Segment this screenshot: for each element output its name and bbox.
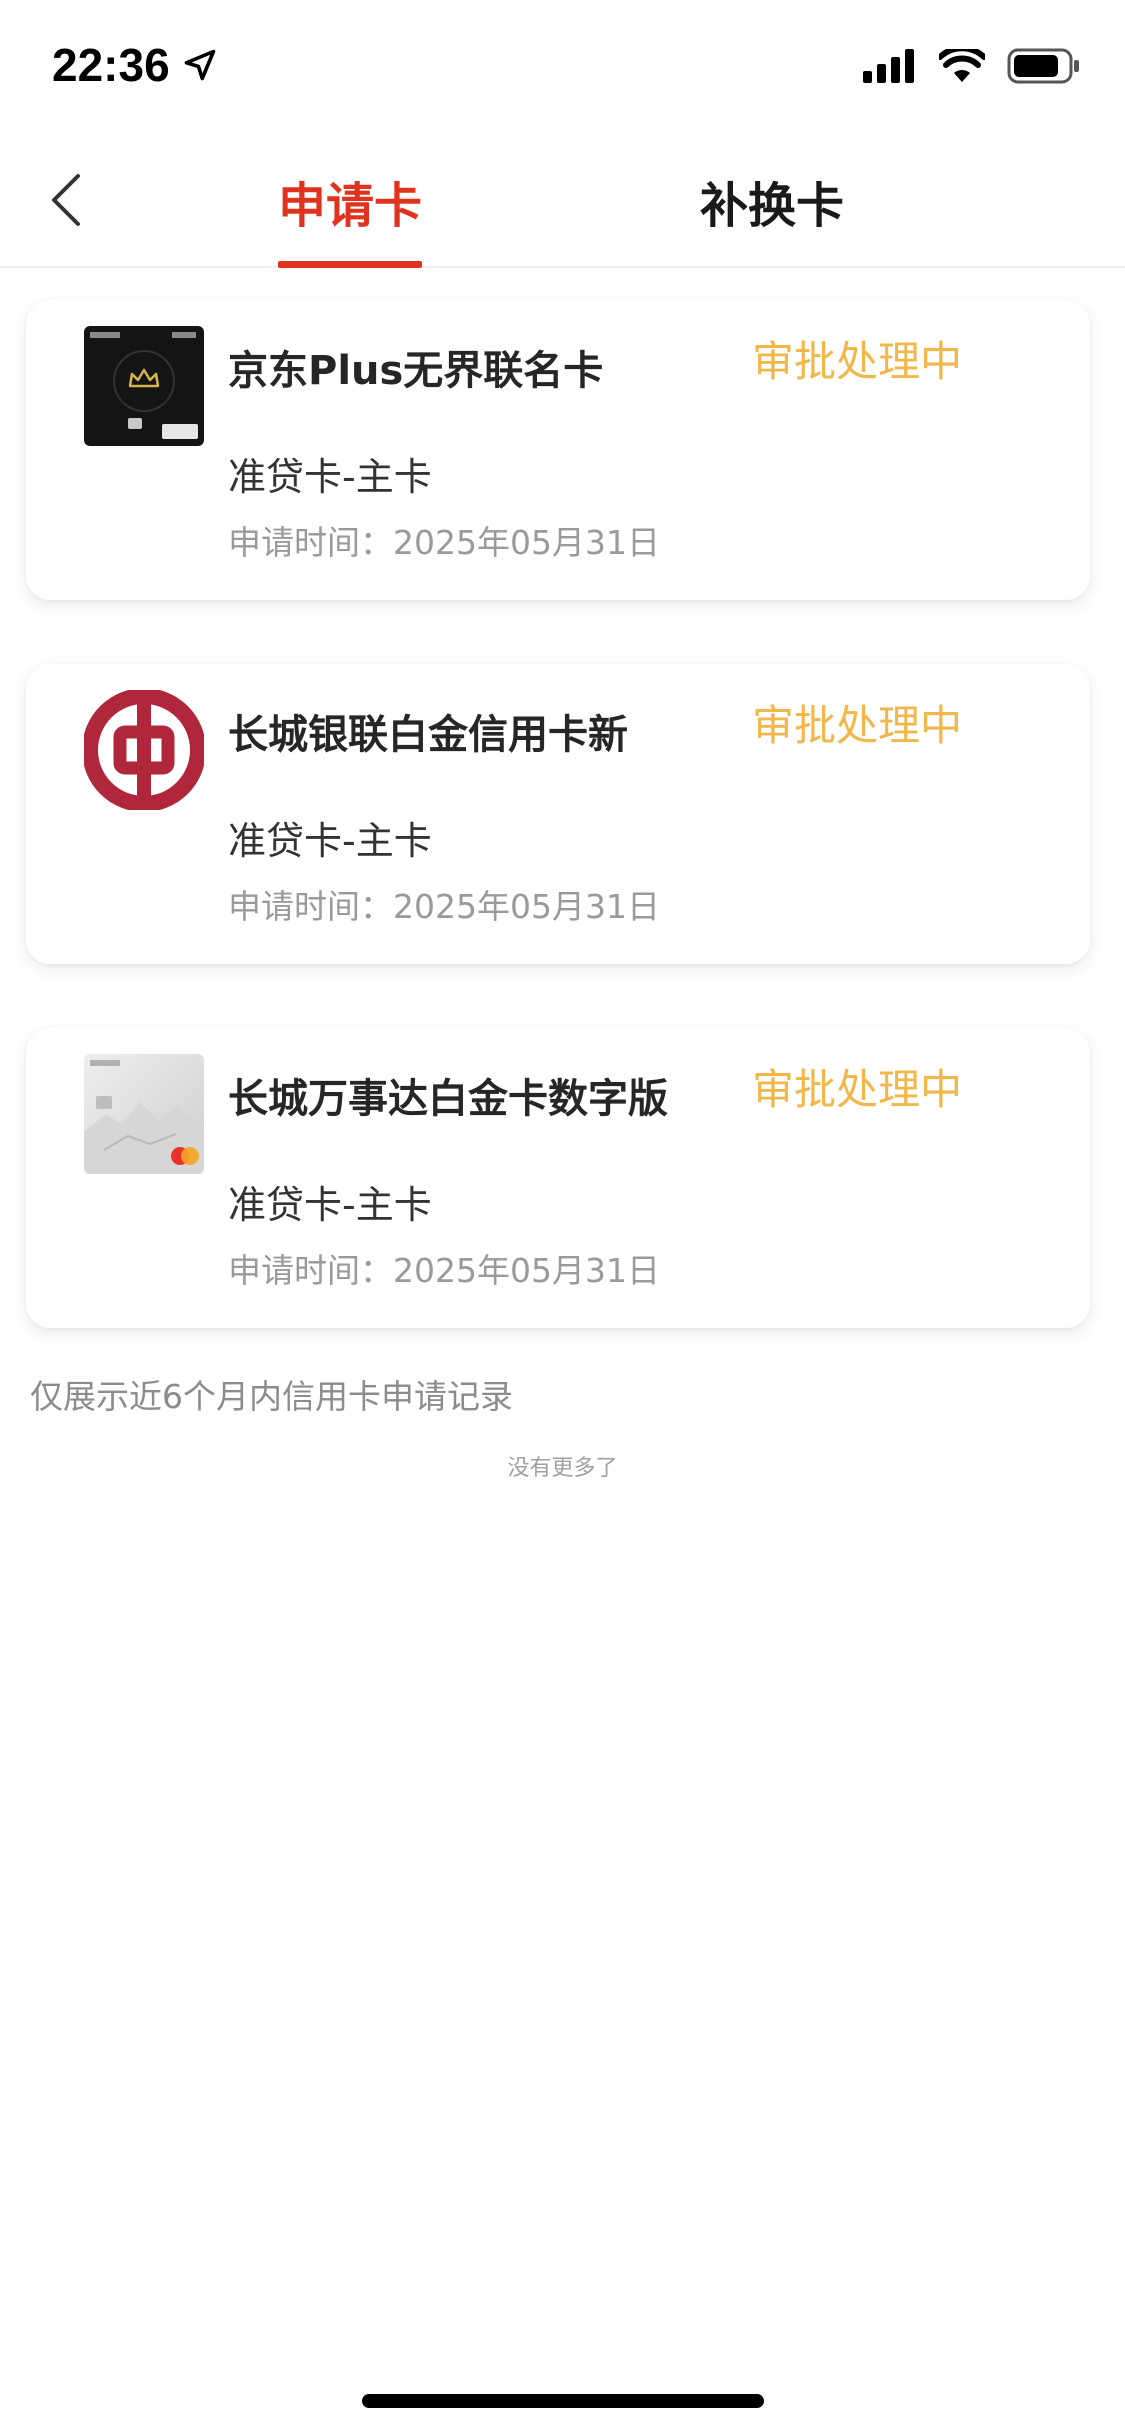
silver-card-image <box>84 1054 204 1174</box>
application-date: 申请时间：2025年05月31日 <box>228 887 660 926</box>
status-indicators <box>863 48 1081 84</box>
card-type: 准贷卡-主卡 <box>228 455 432 499</box>
active-tab-indicator <box>278 261 422 268</box>
nav-header: 申请卡 补换卡 <box>0 132 1125 268</box>
card-type: 准贷卡-主卡 <box>228 1183 432 1227</box>
history-notice: 仅展示近6个月内信用卡申请记录 <box>30 1377 513 1416</box>
wifi-icon <box>939 49 985 82</box>
tab-apply-card[interactable]: 申请卡 <box>270 166 430 268</box>
black-card-image <box>84 326 204 446</box>
card-name: 京东Plus无界联名卡 <box>228 348 604 394</box>
tab-replace-card[interactable]: 补换卡 <box>692 166 852 268</box>
clock-text: 22:36 <box>52 39 170 91</box>
tab-replace-card-label: 补换卡 <box>699 178 844 234</box>
chevron-left-icon <box>52 174 80 226</box>
application-card[interactable]: 长城银联白金信用卡新 审批处理中 准贷卡-主卡 申请时间：2025年05月31日 <box>26 664 1090 964</box>
bank-of-china-logo-icon <box>84 690 204 810</box>
status-time: 22:36 <box>52 38 218 92</box>
application-card[interactable]: 长城万事达白金卡数字版 审批处理中 准贷卡-主卡 申请时间：2025年05月31… <box>26 1028 1090 1328</box>
back-button[interactable] <box>40 168 90 232</box>
home-indicator[interactable] <box>362 2394 764 2408</box>
list-end-text: 没有更多了 <box>507 1456 618 1481</box>
status-badge: 审批处理中 <box>752 1065 963 1114</box>
application-date: 申请时间：2025年05月31日 <box>228 1251 660 1290</box>
application-card[interactable]: 京东Plus无界联名卡 审批处理中 准贷卡-主卡 申请时间：2025年05月31… <box>26 300 1090 600</box>
status-bar: 22:36 <box>0 0 1125 132</box>
status-badge: 审批处理中 <box>752 337 963 386</box>
card-name: 长城万事达白金卡数字版 <box>228 1076 668 1122</box>
card-type: 准贷卡-主卡 <box>228 819 432 863</box>
tab-apply-card-label: 申请卡 <box>277 178 422 234</box>
location-arrow-icon <box>184 49 215 81</box>
cellular-signal-icon <box>863 49 914 83</box>
card-name: 长城银联白金信用卡新 <box>228 712 628 758</box>
battery-icon <box>1007 48 1079 84</box>
application-list: 京东Plus无界联名卡 审批处理中 准贷卡-主卡 申请时间：2025年05月31… <box>26 300 1090 1392</box>
application-date: 申请时间：2025年05月31日 <box>228 523 660 562</box>
status-badge: 审批处理中 <box>752 701 963 750</box>
